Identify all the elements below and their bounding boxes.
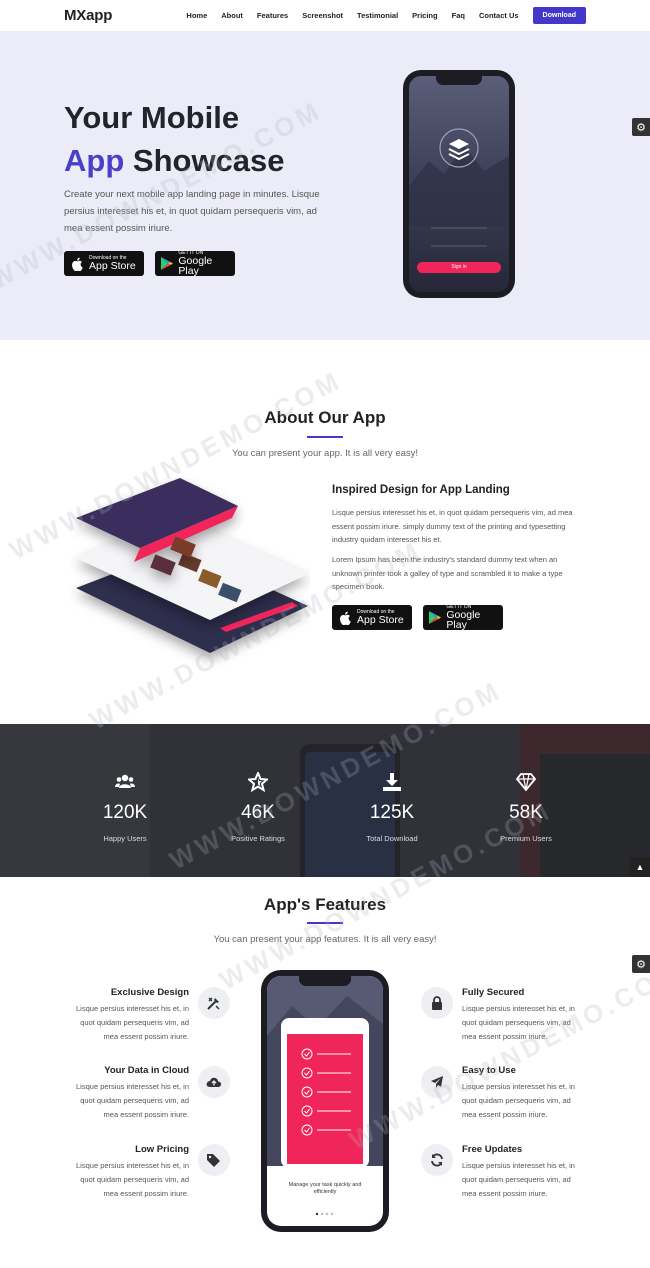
about-paragraph-1: Lisque persius interesset his et, in quo… xyxy=(332,508,573,544)
nav-testimonial[interactable]: Testimonial xyxy=(357,11,398,20)
hero-phone: Sign in xyxy=(403,70,515,298)
feature-title: Exclusive Design xyxy=(110,987,189,998)
feature-exclusive-design: Exclusive Design Lisque persius interess… xyxy=(64,987,189,1044)
feature-text: Lisque persius interesset his et, in quo… xyxy=(76,1004,189,1041)
nav-features[interactable]: Features xyxy=(257,11,288,20)
features-phone-caption: Manage your task quickly and efficiently xyxy=(288,1182,362,1195)
features-phone: Manage your task quickly and efficiently xyxy=(261,970,389,1232)
refresh-icon xyxy=(421,1144,453,1176)
apple-icon xyxy=(70,257,84,271)
star-icon xyxy=(248,772,268,792)
feature-text: Lisque persius interesset his et, in quo… xyxy=(76,1161,189,1198)
users-icon xyxy=(115,774,135,788)
about-heading: Inspired Design for App Landing xyxy=(332,484,510,496)
nav-contact[interactable]: Contact Us xyxy=(479,11,519,20)
stat-label: Total Download xyxy=(366,834,418,843)
google-play-button[interactable]: GET IT ON Google Play xyxy=(155,250,235,277)
hero-phone-signin: Sign in xyxy=(451,264,467,270)
download-button[interactable]: Download xyxy=(532,7,586,24)
about-title: About Our App xyxy=(264,408,386,427)
about-google-play-button[interactable]: GET IT ON Google Play xyxy=(423,604,503,631)
diamond-icon xyxy=(516,773,536,792)
design-tools-icon xyxy=(198,987,230,1019)
cloud-upload-icon xyxy=(198,1066,230,1098)
stat-label: Happy Users xyxy=(103,834,147,843)
nav-home[interactable]: Home xyxy=(186,11,207,20)
settings-gear-icon[interactable]: ⚙ xyxy=(632,118,650,136)
play-big: Google Play xyxy=(446,608,481,631)
apple-icon xyxy=(338,611,352,625)
main-nav: Home About Features Screenshot Testimoni… xyxy=(172,7,586,24)
stat-value: 120K xyxy=(102,802,148,823)
feature-low-pricing: Low Pricing Lisque persius interesset hi… xyxy=(64,1144,189,1201)
stats-section: 120K Happy Users 46K Positive Ratings 12… xyxy=(0,724,650,877)
google-play-icon xyxy=(429,611,442,625)
features-phone-screen: Manage your task quickly and efficiently xyxy=(267,976,383,1226)
about-app-store-button[interactable]: Download on the App Store xyxy=(332,605,412,630)
nav-screenshot[interactable]: Screenshot xyxy=(302,11,343,20)
appstore-big: App Store xyxy=(357,613,404,626)
stats-background xyxy=(0,724,650,877)
nav-about[interactable]: About xyxy=(221,11,243,20)
hero-title-accent: App xyxy=(64,143,125,178)
stat-value: 125K xyxy=(369,802,415,823)
feature-free-updates: Free Updates Lisque persius interesset h… xyxy=(462,1144,587,1201)
feature-data-in-cloud: Your Data in Cloud Lisque persius intere… xyxy=(64,1065,189,1122)
play-big: Google Play xyxy=(178,254,213,277)
feature-title: Fully Secured xyxy=(462,987,525,998)
download-icon xyxy=(383,773,401,791)
nav-pricing[interactable]: Pricing xyxy=(412,11,437,20)
about-title-underline xyxy=(307,436,343,438)
tags-icon xyxy=(198,1144,230,1176)
feature-title: Low Pricing xyxy=(135,1144,189,1155)
scroll-top-icon[interactable]: ▲ xyxy=(630,857,650,877)
header: MXapp Home About Features Screenshot Tes… xyxy=(0,0,650,31)
logo[interactable]: MXapp xyxy=(64,7,112,24)
feature-title: Your Data in Cloud xyxy=(104,1065,189,1076)
feature-title: Free Updates xyxy=(462,1144,523,1155)
feature-text: Lisque persius interesset his et, in quo… xyxy=(76,1082,189,1119)
about-subtitle: You can present your app. It is all very… xyxy=(231,448,419,459)
google-play-icon xyxy=(161,257,174,271)
nav-faq[interactable]: Faq xyxy=(452,11,465,20)
appstore-big: App Store xyxy=(89,259,136,272)
feature-text: Lisque persius interesset his et, in quo… xyxy=(462,1161,575,1198)
lock-icon xyxy=(421,987,453,1019)
hero-phone-screen: Sign in xyxy=(409,76,509,292)
